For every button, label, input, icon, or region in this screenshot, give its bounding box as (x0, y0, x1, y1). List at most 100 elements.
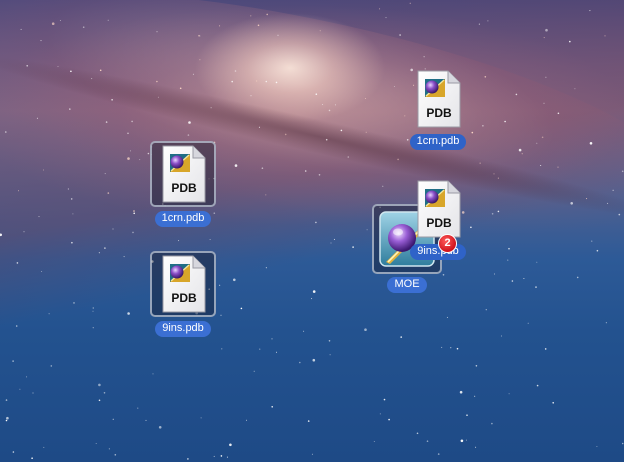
star (315, 221, 317, 224)
pdb-document-icon: PDB (415, 180, 461, 238)
icon-label: 9ins.pdb (155, 321, 211, 337)
star (352, 246, 354, 248)
star (209, 239, 211, 240)
star (618, 213, 621, 216)
star (437, 453, 440, 455)
star (328, 109, 331, 112)
star (383, 398, 386, 401)
star (465, 439, 467, 441)
star (536, 384, 539, 387)
icon-label: MOE (387, 277, 427, 293)
star (99, 69, 102, 72)
star (31, 457, 33, 460)
star (130, 150, 131, 152)
star (26, 376, 28, 378)
star (95, 443, 97, 444)
star (98, 252, 100, 254)
star (240, 307, 243, 310)
desktop-wallpaper[interactable]: PDB 1crn.pdb PDB 9ins.pdb MOE PDB 1crn.p… (0, 0, 624, 462)
star (576, 276, 579, 279)
icon-label: 1crn.pdb (409, 134, 467, 150)
star (265, 267, 267, 269)
star (596, 249, 599, 252)
star (41, 271, 43, 272)
star (400, 336, 403, 338)
star (38, 216, 40, 218)
star (32, 392, 34, 394)
star (127, 312, 130, 315)
star (333, 238, 335, 240)
star (231, 80, 233, 83)
star (441, 346, 443, 348)
star (508, 247, 510, 250)
star (284, 133, 287, 136)
star (5, 419, 8, 422)
star (71, 241, 73, 244)
star (446, 316, 448, 318)
star (234, 164, 238, 167)
pdb-document-icon: PDB (160, 145, 206, 203)
star (266, 13, 269, 16)
star (365, 98, 366, 99)
desktop-icon-9ins-original[interactable]: PDB 9ins.pdb (143, 251, 223, 337)
star (12, 360, 14, 362)
star (276, 351, 277, 353)
star (246, 419, 247, 421)
star (133, 210, 135, 212)
dragging-icon-1crn[interactable]: PDB 1crn.pdb (398, 66, 478, 150)
star (133, 212, 135, 215)
star (199, 35, 201, 37)
star (543, 102, 545, 104)
star (379, 413, 381, 415)
star (103, 392, 106, 394)
galaxy-band (0, 0, 624, 290)
star (131, 120, 133, 123)
desktop-icon-1crn-original[interactable]: PDB 1crn.pdb (143, 141, 223, 227)
star (265, 194, 267, 196)
star (271, 338, 273, 340)
star (536, 261, 538, 263)
star (521, 153, 523, 155)
star (6, 416, 9, 420)
star (299, 361, 301, 364)
star (557, 166, 559, 168)
star (114, 454, 117, 456)
svg-text:PDB: PDB (171, 291, 197, 305)
star (137, 407, 139, 409)
star (48, 313, 50, 315)
star (275, 81, 278, 84)
star (112, 418, 114, 420)
star (233, 278, 236, 282)
star (59, 20, 61, 21)
star (385, 17, 387, 19)
star (107, 192, 110, 194)
star (322, 104, 324, 105)
star (72, 213, 74, 215)
star (416, 432, 419, 435)
svg-text:PDB: PDB (426, 106, 452, 120)
star (220, 455, 223, 457)
star (484, 76, 487, 78)
galaxy-dust-lane (0, 39, 624, 235)
star (570, 202, 573, 205)
star (545, 28, 548, 32)
star (19, 388, 21, 390)
star (304, 170, 307, 172)
star (511, 280, 514, 282)
star (340, 129, 343, 132)
star (261, 167, 264, 169)
star (187, 458, 189, 460)
star (5, 399, 8, 401)
star (491, 213, 494, 215)
star (156, 31, 158, 33)
star (5, 131, 7, 133)
star (219, 25, 221, 27)
star (111, 99, 113, 101)
star (123, 256, 125, 258)
star (43, 169, 44, 171)
star (105, 121, 108, 123)
star (92, 307, 94, 309)
star (257, 24, 260, 27)
star (199, 59, 201, 61)
star (518, 148, 522, 152)
